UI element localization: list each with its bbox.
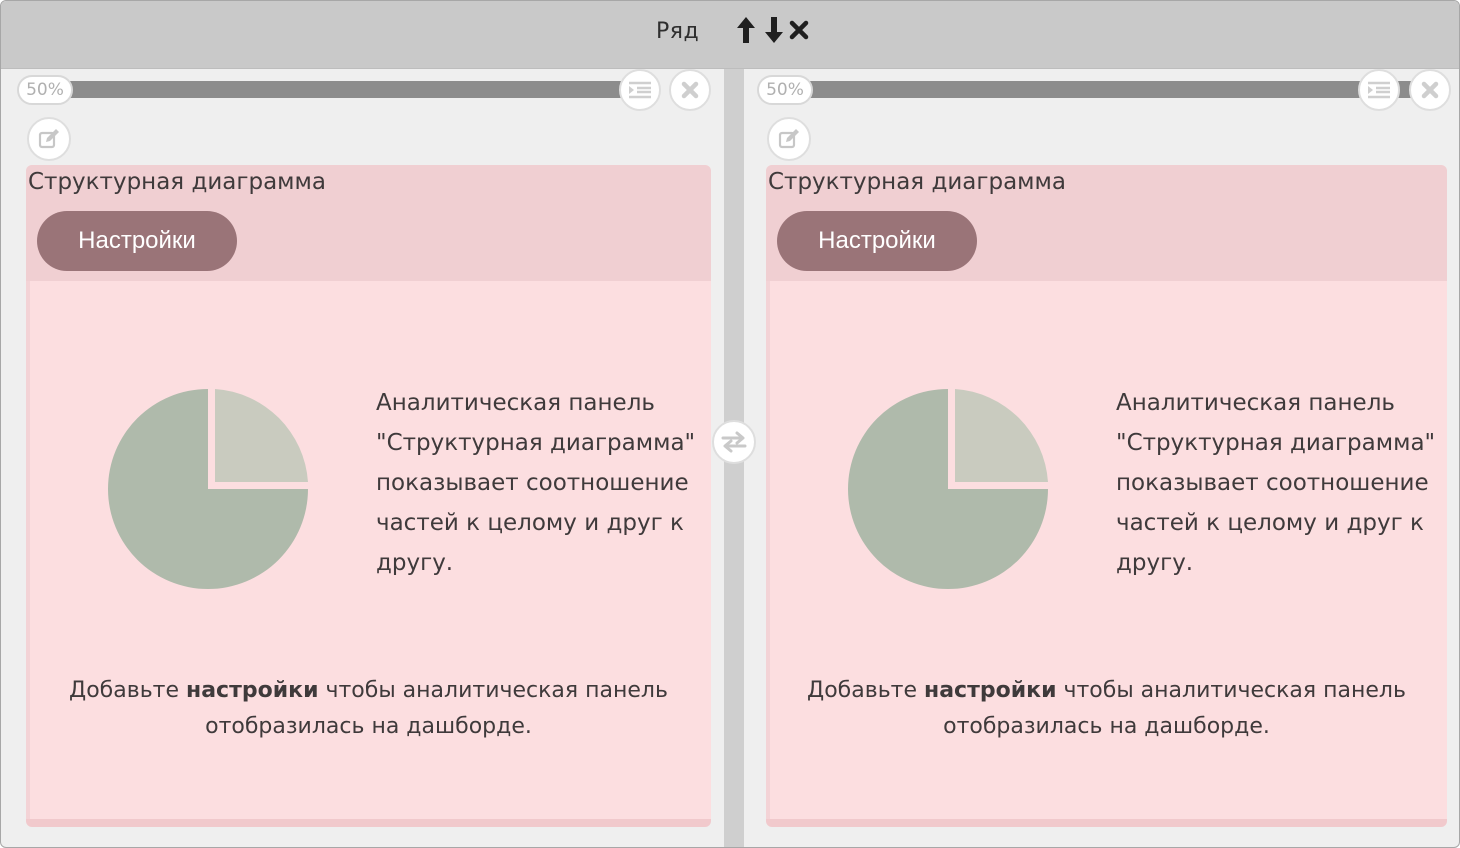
hint-settings-link: настройки [924, 678, 1057, 703]
column-right: 50% Структурная диаграмма Настройки Анал… [744, 69, 1459, 847]
arrow-down-icon [765, 17, 783, 43]
move-row-up-button[interactable] [735, 15, 757, 45]
column-menu-button[interactable] [1358, 69, 1400, 111]
hint-prefix: Добавьте [69, 678, 187, 703]
widget-description: Аналитическая панель "Структурная диагра… [376, 390, 696, 576]
widget-panel: Структурная диаграмма Настройки Аналитич… [26, 165, 711, 827]
widget-hint: Добавьте настройки чтобы аналитическая п… [766, 673, 1447, 745]
settings-button[interactable]: Настройки [37, 211, 237, 271]
widget-title: Структурная диаграмма [768, 169, 1066, 195]
edit-icon [778, 129, 799, 149]
widget-title: Структурная диаграмма [28, 169, 326, 195]
column-width-badge: 50% [757, 75, 813, 105]
move-row-down-button[interactable] [763, 15, 785, 45]
dashboard-row-editor: Ряд 50% Структурная диаграмма Настройки … [0, 0, 1460, 848]
column-remove-button[interactable] [669, 69, 711, 111]
close-icon [789, 20, 809, 40]
hint-prefix: Добавьте [807, 678, 925, 703]
row-title: Ряд [656, 19, 700, 44]
widget-panel-header: Структурная диаграмма Настройки [26, 165, 711, 281]
widget-edit-button[interactable] [767, 117, 811, 161]
column-width-bar[interactable] [61, 81, 631, 98]
swap-columns-button[interactable] [712, 420, 756, 464]
pie-chart-placeholder-icon [848, 389, 1048, 589]
close-icon [1421, 81, 1439, 99]
swap-icon [721, 431, 747, 453]
widget-description: Аналитическая панель "Структурная диагра… [1116, 390, 1436, 576]
widget-hint: Добавьте настройки чтобы аналитическая п… [26, 673, 711, 745]
hint-settings-link: настройки [186, 678, 319, 703]
row-header: Ряд [1, 1, 1459, 69]
list-indent-icon [629, 81, 651, 99]
list-indent-icon [1368, 81, 1390, 99]
widget-edit-button[interactable] [27, 117, 71, 161]
column-menu-button[interactable] [619, 69, 661, 111]
close-icon [681, 81, 699, 99]
column-width-bar[interactable] [801, 81, 1421, 98]
column-remove-button[interactable] [1409, 69, 1451, 111]
column-width-badge: 50% [17, 75, 73, 105]
edit-icon [38, 129, 59, 149]
column-left: 50% Структурная диаграмма Настройки Анал… [1, 69, 724, 847]
arrow-up-icon [737, 17, 755, 43]
widget-panel: Структурная диаграмма Настройки Аналитич… [766, 165, 1447, 827]
pie-chart-placeholder-icon [108, 389, 308, 589]
widget-panel-header: Структурная диаграмма Настройки [766, 165, 1447, 281]
delete-row-button[interactable] [788, 15, 810, 45]
settings-button[interactable]: Настройки [777, 211, 977, 271]
